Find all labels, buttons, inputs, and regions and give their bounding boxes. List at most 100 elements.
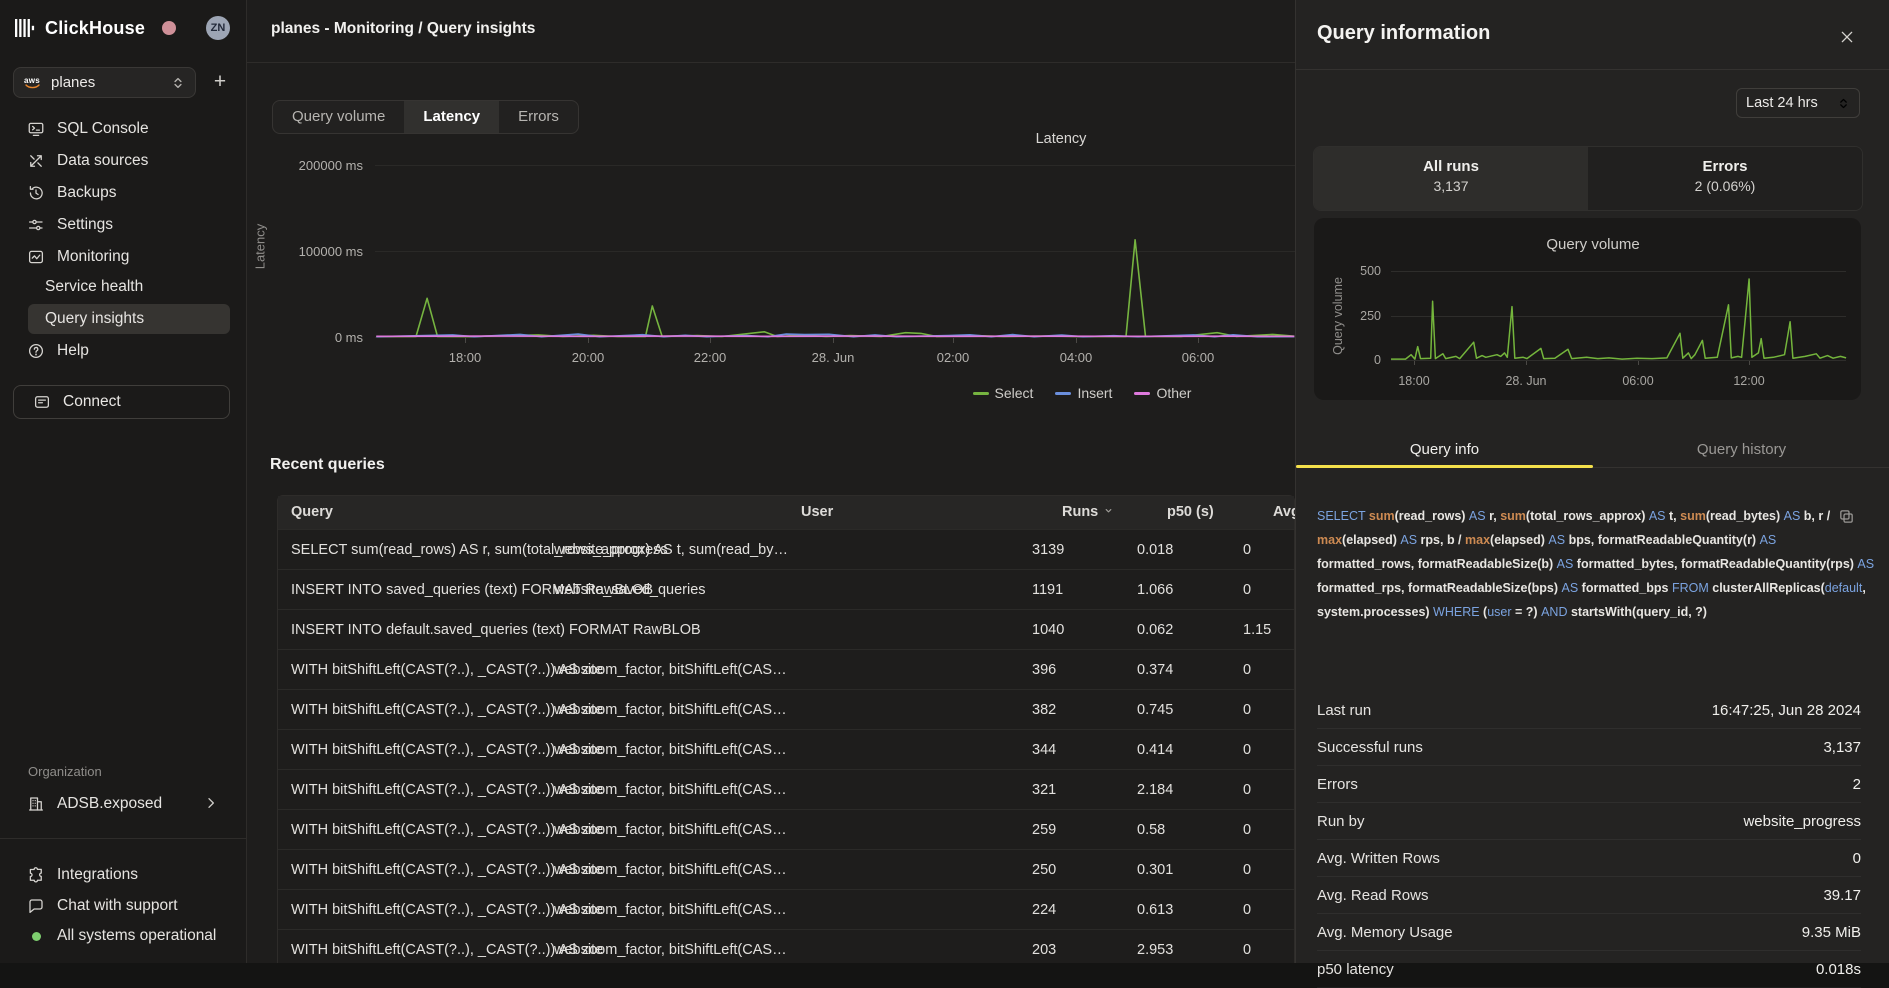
legend-item-insert[interactable]: Insert (1055, 385, 1112, 401)
cell-avg: 1.15 (1243, 610, 1293, 650)
chart-title: Latency (961, 131, 1161, 147)
x-tick: 28. Jun (788, 350, 878, 365)
breadcrumb: planes - Monitoring / Query insights (271, 20, 535, 38)
y-tick: 0 ms (247, 330, 363, 345)
building-icon (27, 795, 45, 813)
time-range-select[interactable]: Last 24 hrs (1736, 88, 1860, 118)
column-header-p50[interactable]: p50 (s) (1167, 496, 1214, 529)
sidebar-item-integrations[interactable]: Integrations (0, 859, 247, 891)
cell-runs: 250 (1032, 850, 1122, 890)
y-tick: 0 (1326, 353, 1381, 367)
sidebar-item-backups[interactable]: Backups (0, 177, 247, 209)
stat-label: Avg. Written Rows (1317, 850, 1440, 867)
tab-errors[interactable]: Errors (499, 101, 578, 133)
tab-latency[interactable]: Latency (404, 101, 499, 133)
service-status-dot (162, 21, 176, 35)
sidebar: ClickHouse ZN aws planes + SQL Console D… (0, 0, 247, 963)
stat-row: Last run16:47:25, Jun 28 2024 (1317, 692, 1861, 729)
cell-p50: 0.414 (1137, 730, 1227, 770)
cell-user: website (554, 930, 799, 963)
sidebar-item-help[interactable]: Help (0, 335, 247, 367)
legend-swatch (1134, 392, 1150, 395)
chevron-right-icon (203, 795, 219, 811)
tab-query-volume[interactable]: Query volume (273, 101, 404, 133)
sidebar-subitem-label: Service health (45, 278, 143, 296)
table-row[interactable]: WITH bitShiftLeft(CAST(?..), _CAST(?..))… (278, 769, 1294, 809)
cell-user: website (554, 730, 799, 770)
sidebar-item-chat-support[interactable]: Chat with support (0, 890, 247, 922)
cell-avg: 0 (1243, 850, 1293, 890)
legend-item-other[interactable]: Other (1134, 385, 1191, 401)
cell-p50: 0.062 (1137, 610, 1227, 650)
table-row[interactable]: WITH bitShiftLeft(CAST(?..), _CAST(?..))… (278, 929, 1294, 963)
status-ok-icon (27, 927, 45, 945)
cell-avg: 0 (1243, 930, 1293, 963)
gridline (375, 251, 1295, 252)
workspace-select[interactable]: aws planes (13, 67, 196, 98)
table-row[interactable]: INSERT INTO saved_queries (text) FORMAT … (278, 569, 1294, 609)
sidebar-item-service-health[interactable]: Service health (0, 272, 247, 302)
settings-icon (27, 216, 45, 234)
stat-value: 2 (1853, 776, 1861, 793)
cell-query: INSERT INTO default.saved_queries (text)… (291, 610, 788, 650)
avatar[interactable]: ZN (206, 16, 230, 40)
close-icon[interactable] (1839, 26, 1861, 48)
x-tick-mark (833, 338, 834, 343)
table-row[interactable]: WITH bitShiftLeft(CAST(?..), _CAST(?..))… (278, 729, 1294, 769)
sidebar-item-label: Data sources (57, 152, 148, 170)
monitoring-icon (27, 248, 45, 266)
sidebar-item-system-status[interactable]: All systems operational (0, 920, 247, 952)
app-screen: ClickHouse ZN aws planes + SQL Console D… (0, 0, 1889, 963)
table-row[interactable]: WITH bitShiftLeft(CAST(?..), _CAST(?..))… (278, 649, 1294, 689)
select-chevrons-icon (171, 76, 185, 90)
cell-p50: 0.613 (1137, 890, 1227, 930)
x-tick: 04:00 (1031, 350, 1121, 365)
stat-value: 0.018s (1816, 961, 1861, 978)
sidebar-item-monitoring[interactable]: Monitoring (0, 241, 247, 273)
cell-runs: 259 (1032, 810, 1122, 850)
sql-code-block[interactable]: SELECT sum(read_rows) AS r, sum(total_ro… (1317, 504, 1875, 624)
sidebar-item-query-insights[interactable]: Query insights (0, 304, 247, 334)
active-tab-underline (1296, 465, 1593, 468)
x-tick: 20:00 (543, 350, 633, 365)
tab-query-info[interactable]: Query info (1296, 433, 1593, 467)
column-header-avg[interactable]: Avg. (1273, 496, 1295, 529)
sidebar-item-data-sources[interactable]: Data sources (0, 145, 247, 177)
table-row[interactable]: WITH bitShiftLeft(CAST(?..), _CAST(?..))… (278, 889, 1294, 929)
legend-swatch (1055, 392, 1071, 395)
app-title: ClickHouse (45, 18, 145, 39)
legend-item-select[interactable]: Select (973, 385, 1034, 401)
column-header-user[interactable]: User (801, 496, 833, 529)
column-header-runs[interactable]: Runs (1062, 496, 1114, 529)
x-tick: 06:00 (1598, 374, 1678, 388)
tab-errors-count[interactable]: Errors 2 (0.06%) (1588, 147, 1862, 210)
gridline (1391, 360, 1846, 361)
table-row[interactable]: WITH bitShiftLeft(CAST(?..), _CAST(?..))… (278, 849, 1294, 889)
connect-button[interactable]: Connect (13, 385, 230, 419)
table-row[interactable]: WITH bitShiftLeft(CAST(?..), _CAST(?..))… (278, 689, 1294, 729)
cell-runs: 224 (1032, 890, 1122, 930)
table-row[interactable]: WITH bitShiftLeft(CAST(?..), _CAST(?..))… (278, 809, 1294, 849)
sidebar-item-sql-console[interactable]: SQL Console (0, 113, 247, 145)
tab-all-runs[interactable]: All runs 3,137 (1314, 147, 1588, 210)
chart-tab-group: Query volume Latency Errors (272, 100, 579, 134)
x-tick-mark (1414, 361, 1415, 365)
copy-icon[interactable] (1838, 507, 1856, 525)
sidebar-item-settings[interactable]: Settings (0, 209, 247, 241)
stat-label: Avg. Read Rows (1317, 887, 1428, 904)
x-tick: 18:00 (420, 350, 510, 365)
table-row[interactable]: INSERT INTO default.saved_queries (text)… (278, 609, 1294, 649)
data-sources-icon (27, 152, 45, 170)
organization-item[interactable]: ADSB.exposed (0, 788, 247, 820)
cell-user: website (554, 690, 799, 730)
stat-row: Avg. Written Rows0 (1317, 840, 1861, 877)
summary-tab-group: All runs 3,137 Errors 2 (0.06%) (1313, 146, 1863, 211)
add-service-button[interactable]: + (206, 68, 234, 96)
column-header-query[interactable]: Query (291, 496, 788, 529)
panel-tab-group: Query info Query history (1296, 433, 1889, 468)
cell-runs: 203 (1032, 930, 1122, 963)
gridline (1391, 271, 1846, 272)
x-tick-mark (465, 338, 466, 343)
table-row[interactable]: SELECT sum(read_rows) AS r, sum(total_ro… (278, 529, 1294, 569)
tab-query-history[interactable]: Query history (1593, 433, 1889, 467)
